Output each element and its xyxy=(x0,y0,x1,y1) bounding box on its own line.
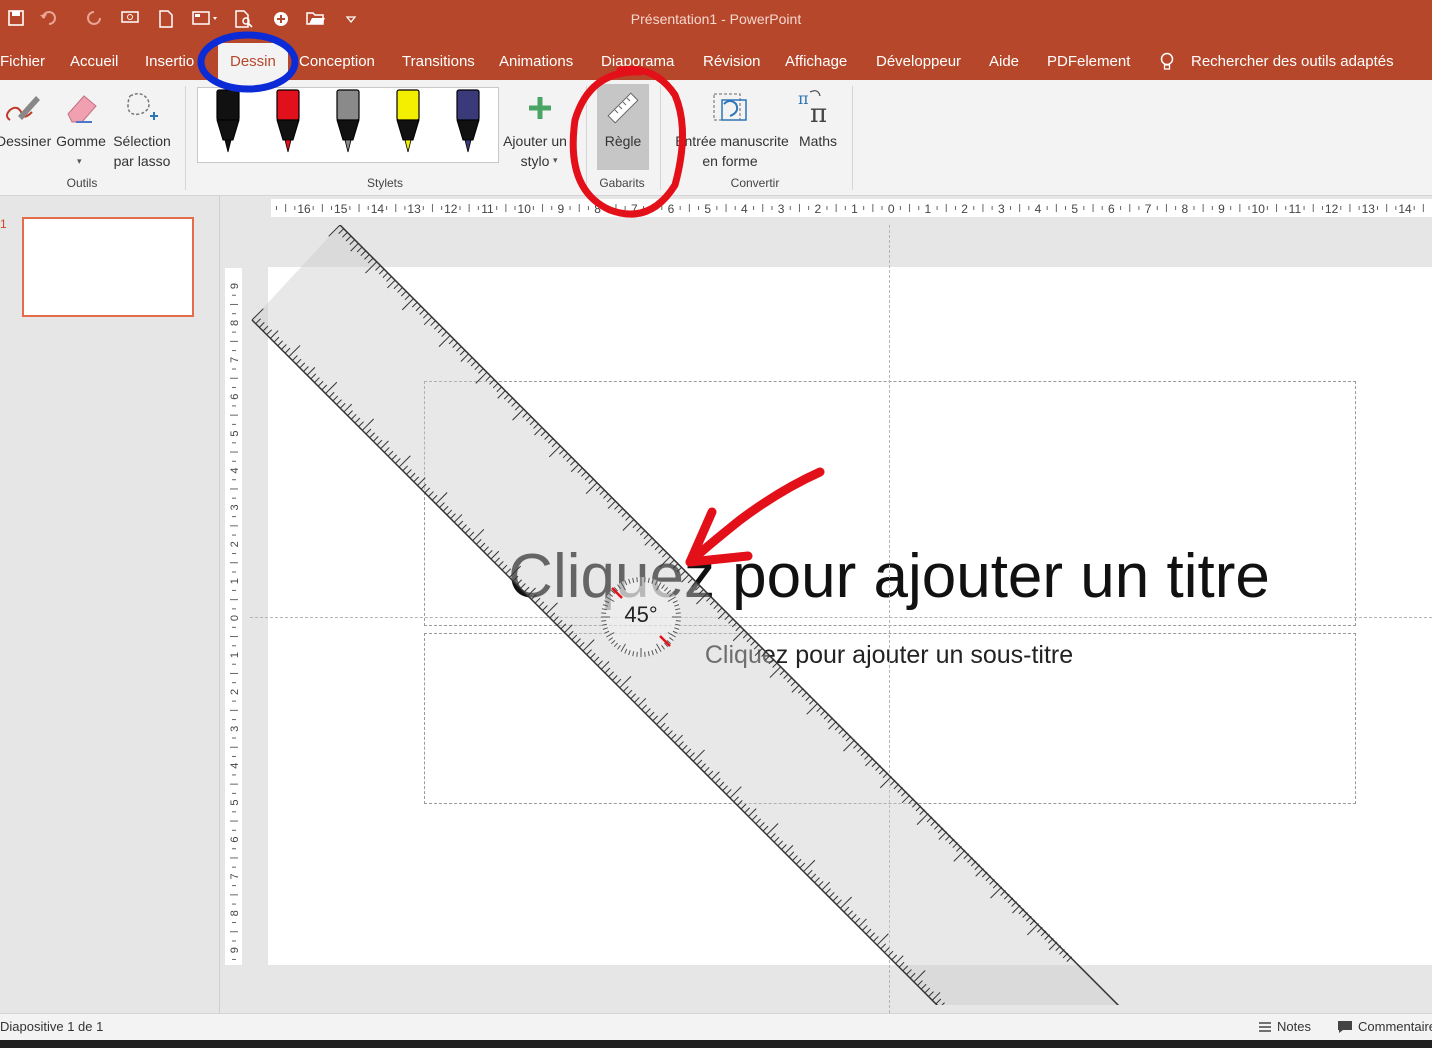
comments-icon[interactable] xyxy=(1337,1020,1353,1034)
taskbar xyxy=(0,1040,1432,1048)
status-bar: Diapositive 1 de 1 Notes Commentaires xyxy=(0,1013,1432,1041)
annotation-layer xyxy=(197,31,825,567)
blue-highlight-circle xyxy=(197,31,299,93)
comments-button[interactable]: Commentaires xyxy=(1358,1019,1432,1034)
red-highlight-circle xyxy=(569,65,686,218)
slide-count-status: Diapositive 1 de 1 xyxy=(0,1019,104,1034)
notes-icon[interactable] xyxy=(1258,1021,1272,1033)
notes-button[interactable]: Notes xyxy=(1277,1019,1311,1034)
